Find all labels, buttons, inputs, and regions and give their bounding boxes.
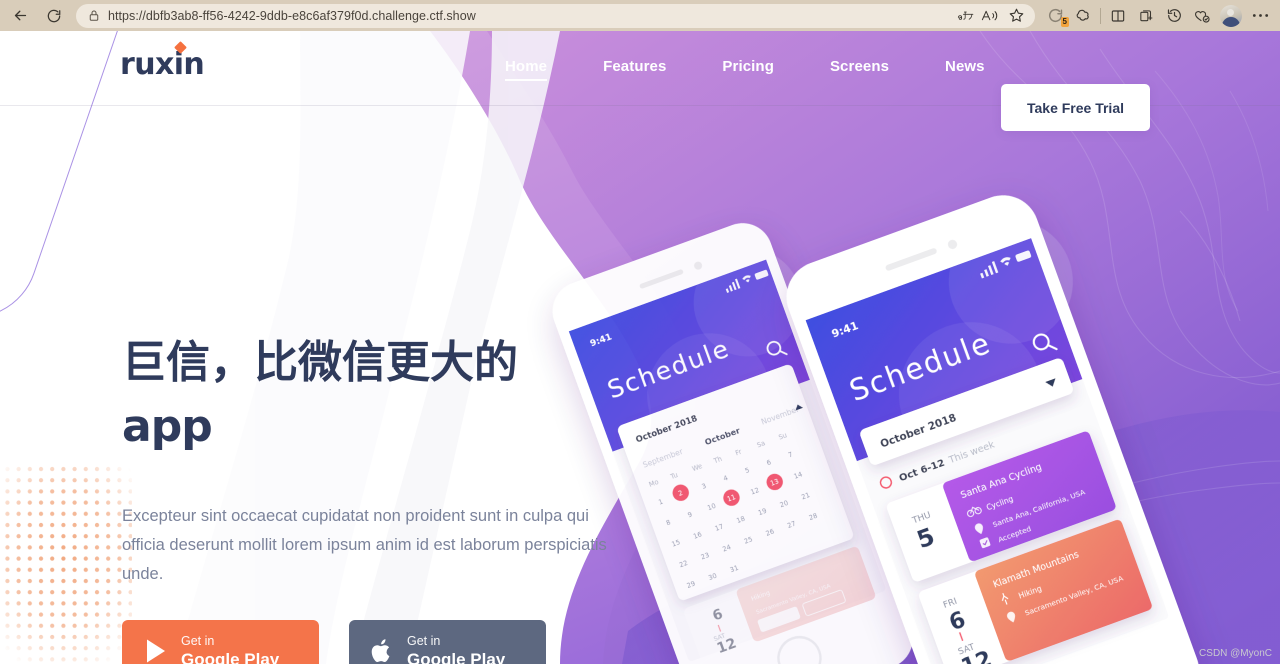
watermark: CSDN @MyonC: [1199, 648, 1272, 659]
play-button-large-label: Google Play: [181, 650, 280, 664]
headline-line-2: app: [122, 400, 213, 452]
main-nav: Home Features Pricing Screens News: [505, 31, 985, 105]
refresh-icon[interactable]: [40, 4, 68, 28]
nav-item-pricing[interactable]: Pricing: [722, 58, 774, 79]
read-aloud-icon[interactable]: [977, 4, 1003, 28]
apple-store-button[interactable]: Get in Google Play: [349, 620, 546, 664]
play-button-small-label: Get in: [181, 633, 215, 648]
collections-icon[interactable]: [1132, 4, 1160, 28]
address-bar[interactable]: https://dbfb3ab8-ff56-4242-9ddb-e8c6af37…: [76, 3, 1035, 28]
google-play-button[interactable]: Get in Google Play: [122, 620, 319, 664]
web-page-viewport: 9:41 Schedule October 2018 September Oct…: [0, 31, 1280, 664]
hero-copy: 巨信，比微信更大的 app Excepteur sint occaecat cu…: [122, 331, 642, 589]
headline-line-1: 巨信，比微信更大的: [122, 337, 518, 388]
nav-item-features[interactable]: Features: [603, 58, 666, 79]
google-play-icon: [144, 637, 168, 664]
dot-grid-decoration: [0, 466, 132, 664]
history-icon[interactable]: [1160, 4, 1188, 28]
browser-toolbar: https://dbfb3ab8-ff56-4242-9ddb-e8c6af37…: [0, 0, 1280, 31]
split-screen-icon[interactable]: [1104, 4, 1132, 28]
take-free-trial-button[interactable]: Take Free Trial: [1001, 84, 1150, 131]
browser-essentials-icon[interactable]: [1188, 4, 1216, 28]
back-arrow-icon[interactable]: [6, 4, 34, 28]
apple-button-small-label: Get in: [407, 633, 441, 648]
star-icon[interactable]: [1003, 4, 1029, 28]
hero-subcopy: Excepteur sint occaecat cupidatat non pr…: [122, 506, 607, 583]
extensions-icon[interactable]: 5: [1041, 4, 1069, 28]
nav-item-home[interactable]: Home: [505, 58, 548, 81]
apple-icon: [371, 637, 394, 664]
site-logo[interactable]: ruxin: [120, 41, 205, 82]
copilot-icon[interactable]: [1069, 4, 1097, 28]
logo-text: ruxin: [120, 47, 205, 82]
more-options-icon[interactable]: [1246, 4, 1274, 28]
profile-avatar[interactable]: [1220, 4, 1242, 27]
toolbar-divider: [1100, 7, 1101, 24]
lock-icon: [88, 9, 100, 22]
page-title: 巨信，比微信更大的 app: [122, 331, 642, 459]
translate-icon[interactable]: [953, 4, 977, 28]
store-buttons: Get in Google Play Get in Google Play: [122, 620, 546, 664]
nav-item-screens[interactable]: Screens: [830, 58, 889, 79]
nav-item-news[interactable]: News: [945, 58, 985, 79]
apple-button-large-label: Google Play: [407, 650, 506, 664]
extension-badge-count: 5: [1060, 16, 1069, 27]
url-text: https://dbfb3ab8-ff56-4242-9ddb-e8c6af37…: [108, 8, 476, 23]
